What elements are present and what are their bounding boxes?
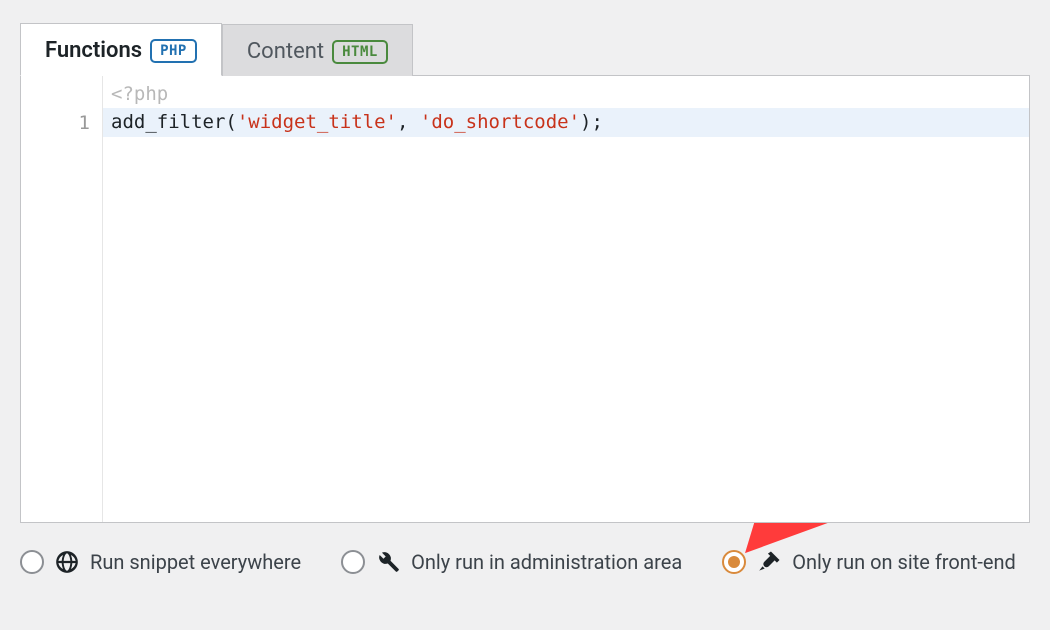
radio-run-admin[interactable] [341, 550, 365, 574]
option-run-everywhere[interactable]: Run snippet everywhere [20, 549, 301, 575]
tab-functions-label: Functions [45, 38, 142, 63]
php-opening-tag: <?php [103, 81, 1029, 108]
radio-run-frontend[interactable] [722, 550, 746, 574]
tab-content-label: Content [247, 39, 324, 64]
option-run-admin[interactable]: Only run in administration area [341, 549, 682, 575]
run-options: Run snippet everywhere Only run in admin… [20, 523, 1030, 575]
radio-run-everywhere[interactable] [20, 550, 44, 574]
option-run-frontend-label: Only run on site front-end [792, 550, 1016, 574]
option-run-admin-label: Only run in administration area [411, 550, 682, 574]
line-number: 1 [21, 108, 90, 138]
globe-icon [54, 549, 80, 575]
token-string-2: 'do_shortcode' [420, 111, 580, 133]
token-close: ); [580, 111, 603, 133]
token-string-1: 'widget_title' [237, 111, 397, 133]
option-run-everywhere-label: Run snippet everywhere [90, 550, 301, 574]
option-run-frontend[interactable]: Only run on site front-end [722, 549, 1016, 575]
editor-gutter: 1 [21, 76, 103, 522]
tab-content-badge: HTML [332, 40, 388, 64]
editor-tabs: Functions PHP Content HTML [20, 0, 1030, 75]
hammer-brush-icon [756, 549, 782, 575]
token-open-paren: ( [225, 111, 236, 133]
code-editor[interactable]: 1 <?php add_filter('widget_title', 'do_s… [20, 75, 1030, 523]
code-line-1: add_filter('widget_title', 'do_shortcode… [103, 108, 1029, 137]
tab-content[interactable]: Content HTML [222, 24, 413, 76]
tab-functions-badge: PHP [150, 39, 197, 63]
tab-functions[interactable]: Functions PHP [20, 23, 222, 76]
code-area[interactable]: <?php add_filter('widget_title', 'do_sho… [103, 76, 1029, 522]
token-comma: , [397, 111, 420, 133]
wrench-icon [375, 549, 401, 575]
token-function: add_filter [111, 111, 225, 133]
